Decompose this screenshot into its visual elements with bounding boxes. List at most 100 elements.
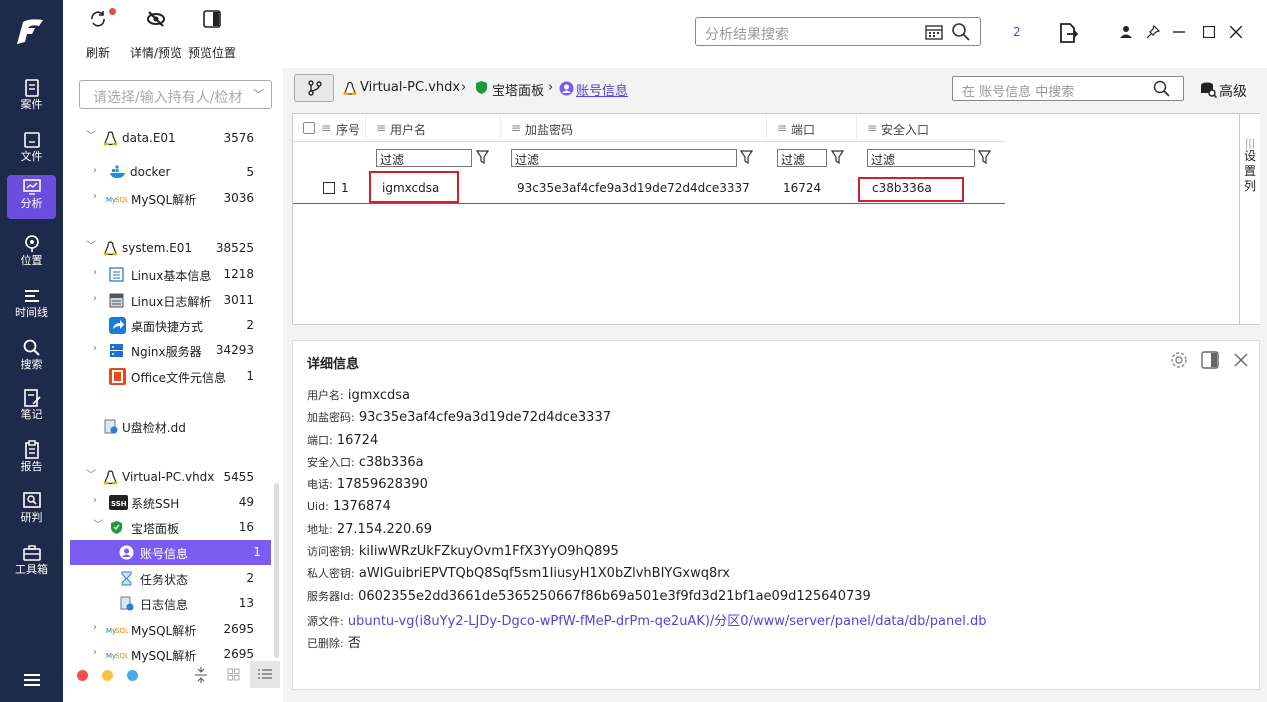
- tree-item-nginx[interactable]: › Nginx服务器 34293: [63, 338, 271, 363]
- calendar-icon[interactable]: [925, 23, 943, 40]
- result-search-input[interactable]: 分析结果搜索: [695, 17, 981, 46]
- tree-item-task-status[interactable]: 任务状态 2: [63, 566, 271, 591]
- nav-toolbox[interactable]: 工具箱: [7, 541, 56, 585]
- chevron-down-icon[interactable]: ﹀: [93, 521, 103, 531]
- row-checkbox[interactable]: [323, 182, 335, 194]
- chevron-right-icon[interactable]: ›: [93, 496, 103, 506]
- log-doc-icon: [120, 596, 134, 611]
- select-all-checkbox[interactable]: [303, 122, 315, 134]
- details-preview-button[interactable]: 详情/预览: [127, 8, 185, 62]
- col-password[interactable]: ≡ 加盐密码: [500, 114, 766, 142]
- timeline-icon: [24, 290, 39, 302]
- nav-search[interactable]: 搜索: [7, 336, 56, 380]
- tree-item-linux-log[interactable]: › Linux日志解析 3011: [63, 288, 271, 313]
- blue-dot[interactable]: [127, 670, 138, 681]
- nav-report[interactable]: 报告: [7, 438, 56, 482]
- tree-item-desktop-shortcut[interactable]: 桌面快捷方式 2: [63, 313, 271, 338]
- maximize-icon[interactable]: [1203, 26, 1215, 38]
- tree-item-linux-info[interactable]: › Linux基本信息 1218: [63, 262, 271, 287]
- tree-item-usb-dd[interactable]: U盘检材.dd: [63, 414, 271, 439]
- nav-notes[interactable]: 笔记: [7, 386, 56, 430]
- filter-icon[interactable]: [831, 150, 844, 164]
- tree-item-ssh[interactable]: › SSH 系统SSH 49: [63, 490, 271, 515]
- close-icon[interactable]: [1230, 26, 1242, 38]
- linux-icon: [103, 470, 118, 485]
- nav-location[interactable]: 位置: [7, 232, 56, 276]
- pin-icon[interactable]: [1146, 25, 1160, 39]
- close-icon[interactable]: [1234, 353, 1248, 367]
- chevron-right-icon[interactable]: ›: [93, 648, 103, 658]
- nav-case[interactable]: 案件: [7, 76, 56, 120]
- filter-icon[interactable]: [978, 150, 991, 164]
- col-port[interactable]: ≡ 端口: [766, 114, 856, 142]
- red-dot[interactable]: [77, 670, 88, 681]
- details-label: 详情/预览: [129, 46, 183, 60]
- preview-position-button[interactable]: 预览位置: [187, 8, 237, 62]
- user-icon[interactable]: [1119, 25, 1133, 39]
- branch-button[interactable]: [294, 74, 334, 102]
- refresh-button[interactable]: 刷新: [83, 8, 113, 62]
- minimize-icon[interactable]: [1173, 31, 1185, 33]
- search-icon[interactable]: [1153, 80, 1171, 98]
- list-view-button[interactable]: [250, 661, 280, 688]
- tree-count: 16: [238, 520, 254, 534]
- app-logo-icon: [17, 19, 43, 44]
- holder-select[interactable]: 请选择/输入持有人/检材 ﹀: [79, 80, 272, 109]
- user-circle-icon: [559, 81, 574, 96]
- grid-icon[interactable]: [227, 668, 240, 681]
- filter-entry[interactable]: 过滤: [867, 149, 975, 167]
- tree-item-mysql-2[interactable]: › My SQL MySQL解析 2695: [63, 617, 271, 642]
- tree-item-docker[interactable]: › docker 5: [63, 160, 271, 185]
- col-index[interactable]: ≡ 序号: [293, 114, 365, 142]
- tree-item-office-meta[interactable]: Office文件元信息 1: [63, 364, 271, 389]
- tree-item-mysql[interactable]: › My SQL MySQL解析 3036: [63, 186, 271, 211]
- column-settings[interactable]: ||| 设置列: [1239, 114, 1260, 324]
- filter-username[interactable]: 过滤: [376, 149, 472, 167]
- chevron-right-icon[interactable]: ›: [93, 268, 103, 278]
- chevron-right-icon[interactable]: ›: [93, 294, 103, 304]
- nav-file[interactable]: 文件: [7, 128, 56, 172]
- tree-item-data-e01[interactable]: ﹀ data.E01 3576: [63, 126, 271, 151]
- yellow-dot[interactable]: [102, 670, 113, 681]
- drag-handle-icon: ≡: [321, 121, 332, 135]
- nav-timeline[interactable]: 时间线: [7, 284, 56, 328]
- filter-port[interactable]: 过滤: [777, 149, 827, 167]
- chevron-right-icon[interactable]: ›: [93, 192, 103, 202]
- advanced-search-icon[interactable]: [1200, 81, 1217, 98]
- tree-item-virtual-pc[interactable]: ﹀ Virtual-PC.vhdx 5455: [63, 465, 271, 490]
- filter-icon[interactable]: [476, 150, 489, 164]
- breadcrumb-vhd[interactable]: Virtual-PC.vhdx: [360, 80, 460, 95]
- chevron-right-icon[interactable]: ›: [93, 623, 103, 633]
- chevron-down-icon[interactable]: ﹀: [86, 242, 96, 252]
- nav-analysis[interactable]: 分析: [7, 175, 56, 219]
- tree-scrollbar[interactable]: [274, 483, 279, 658]
- filter-icon[interactable]: [740, 150, 753, 164]
- detail-value: aWIGuibriEPVTQbQ8Sqf5sm1IiusyH1X0bZlvhBI…: [358, 566, 730, 581]
- col-username[interactable]: ≡ 用户名: [365, 114, 500, 142]
- tree-item-account-info[interactable]: 账号信息 1: [70, 540, 271, 565]
- svg-text:SQL: SQL: [115, 196, 128, 204]
- source-file-link[interactable]: ubuntu-vg(i8uYy2-LJDy-Dgco-wPfW-fMeP-drP…: [348, 614, 987, 629]
- breadcrumb-current[interactable]: 账号信息: [576, 80, 628, 99]
- advanced-label[interactable]: 高级: [1219, 81, 1247, 101]
- chevron-right-icon[interactable]: ›: [93, 344, 103, 354]
- panel-right-icon[interactable]: [1201, 351, 1219, 369]
- export-icon[interactable]: [1058, 22, 1078, 44]
- chevron-down-icon[interactable]: ﹀: [86, 471, 96, 481]
- collapse-icon[interactable]: [194, 667, 208, 683]
- search-icon[interactable]: [951, 22, 971, 42]
- chevron-down-icon[interactable]: ﹀: [86, 132, 96, 142]
- tree-item-system-e01[interactable]: ﹀ system.E01 38525: [63, 236, 271, 261]
- filter-password[interactable]: 过滤: [511, 149, 737, 167]
- tree-item-log-info[interactable]: 日志信息 13: [63, 591, 271, 616]
- tree-item-bt-panel[interactable]: ﹀ 宝塔面板 16: [63, 515, 271, 540]
- nav-judge[interactable]: 研判: [7, 489, 56, 533]
- menu-icon[interactable]: [22, 672, 42, 688]
- drag-handle-icon: ≡: [777, 121, 788, 135]
- table-row[interactable]: 1 igmxcdsa 93c35e3af4cfe9a3d19de72d4dce3…: [293, 171, 1005, 204]
- gear-icon[interactable]: [1170, 351, 1188, 369]
- table-search-input[interactable]: 在 账号信息 中搜索: [952, 76, 1184, 101]
- col-entry[interactable]: ≡ 安全入口: [856, 114, 1005, 142]
- breadcrumb-panel[interactable]: 宝塔面板: [492, 80, 544, 99]
- chevron-right-icon[interactable]: ›: [93, 166, 103, 176]
